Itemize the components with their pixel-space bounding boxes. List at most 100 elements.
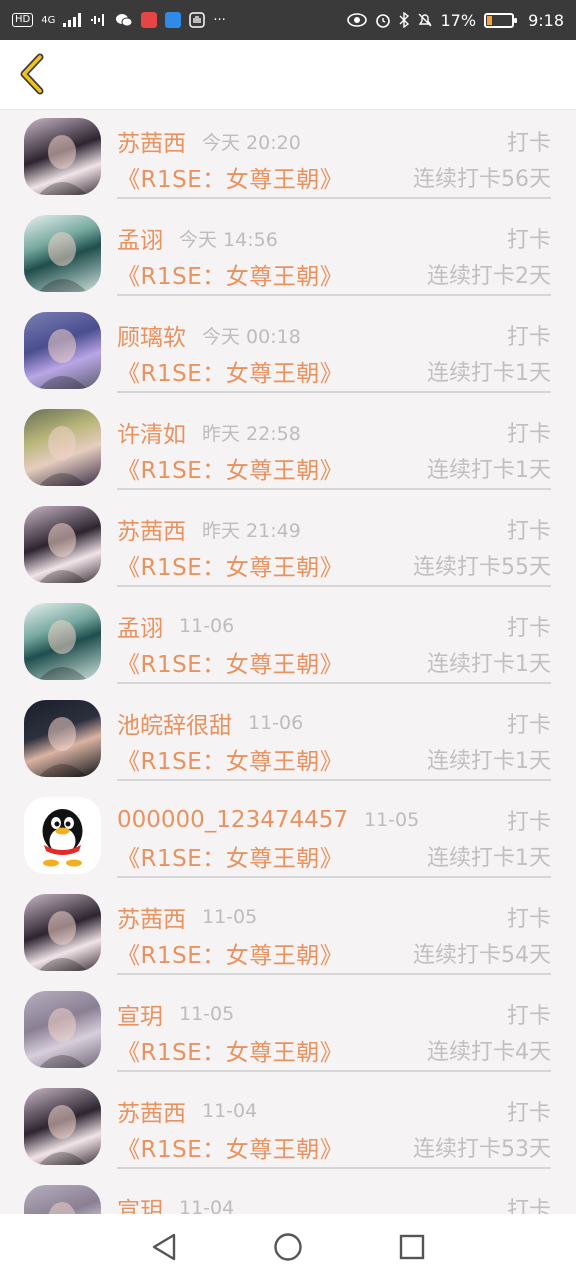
battery-percent: 17% [440,10,477,30]
row-detail: 《R1SE：女尊王朝》 连续打卡1天 [117,451,551,485]
streak-count: 连续打卡1天 [427,361,551,386]
nav-recents-button[interactable] [395,1230,429,1264]
avatar[interactable] [24,409,101,486]
book-title[interactable]: 《R1SE：女尊王朝》 [117,742,343,776]
back-button[interactable] [10,52,54,96]
checkin-time: 昨天 22:58 [202,422,301,445]
nav-back-button[interactable] [147,1230,181,1264]
checkin-label: 打卡 [506,325,551,350]
book-title[interactable]: 《R1SE：女尊王朝》 [117,257,343,291]
list-item[interactable]: 苏茜西 昨天 21:49 打卡 《R1SE：女尊王朝》 连续打卡55天 [0,498,576,595]
divider [117,294,551,296]
checkin-label: 打卡 [506,131,551,156]
divider [117,585,551,587]
browser-app-icon [165,12,182,28]
mute-bell-icon [418,13,431,27]
checkin-label: 打卡 [506,907,551,932]
bluetooth-icon [399,12,409,28]
user-name[interactable]: 池皖辞很甜 [117,706,232,740]
list-item[interactable]: 孟诩 11-06 打卡 《R1SE：女尊王朝》 连续打卡1天 [0,595,576,692]
row-header: 顾璃软 今天 00:18 打卡 [117,318,551,352]
user-photo-icon [38,426,88,486]
avatar[interactable] [24,797,101,874]
checkin-time: 今天 00:18 [202,325,301,348]
book-title[interactable]: 《R1SE：女尊王朝》 [117,451,343,485]
avatar[interactable] [24,506,101,583]
list-item[interactable]: 顾璃软 今天 00:18 打卡《R1SE：女尊王朝》 连续打卡1天 [0,304,576,401]
streak-count: 连续打卡1天 [427,458,551,483]
list-item[interactable]: 孟诩 今天 14:56 打卡 《R1SE：女尊王朝》 连续打卡2天 [0,207,576,304]
checkin-label: 打卡 [506,713,551,738]
streak-count: 连续打卡1天 [427,749,551,774]
book-title[interactable]: 《R1SE：女尊王朝》 [117,839,343,873]
user-name[interactable]: 孟诩 [117,609,163,643]
checkin-list[interactable]: 苏茜西 今天 20:20 打卡 《R1SE：女尊王朝》 连续打卡56天 孟诩 今天 14:5… [0,110,576,1214]
user-name[interactable]: 许清如 [117,415,186,449]
more-notifications: ··· [213,12,226,28]
avatar[interactable] [24,215,101,292]
news-app-icon [141,12,158,28]
user-name[interactable]: 苏茜西 [117,124,186,158]
row-header: 000000_123474457 11-05 打卡 [117,803,551,837]
avatar[interactable] [24,700,101,777]
recents-square-icon [399,1234,425,1260]
row-header: 池皖辞很甜 11-06 打卡 [117,706,551,740]
list-item[interactable]: 许清如 昨天 22:58 打卡《R1SE：女尊王朝》 连续打卡1天 [0,401,576,498]
divider [117,682,551,684]
checkin-time: 11-06 [179,615,235,637]
streak-count: 连续打卡1天 [427,652,551,677]
user-name[interactable]: 顾璃软 [117,318,186,352]
book-title[interactable]: 《R1SE：女尊王朝》 [117,1130,343,1164]
user-photo-icon [38,1008,88,1068]
checkin-label: 打卡 [506,1101,551,1126]
user-name[interactable]: 苏茜西 [117,512,186,546]
avatar[interactable] [24,312,101,389]
user-name[interactable]: 000000_123474457 [117,807,348,833]
checkin-label: 打卡 [506,1004,551,1029]
avatar[interactable] [24,991,101,1068]
user-name[interactable]: 宣玥 [117,1191,163,1214]
wechat-icon [116,14,133,27]
streak-count: 连续打卡53天 [413,1137,551,1162]
avatar[interactable] [24,603,101,680]
avatar[interactable] [24,1185,101,1214]
system-nav-bar [0,1214,576,1280]
status-left: HD 4G ··· [12,12,226,28]
book-title[interactable]: 《R1SE：女尊王朝》 [117,645,343,679]
eye-icon [346,13,367,27]
checkin-label: 打卡 [506,422,551,447]
user-name[interactable]: 孟诩 [117,221,163,255]
book-title[interactable]: 《R1SE：女尊王朝》 [117,1033,343,1067]
book-title[interactable]: 《R1SE：女尊王朝》 [117,160,343,194]
list-item[interactable]: 宣玥 11-04 打卡 [0,1177,576,1214]
wifi-calling-icon [91,14,105,26]
list-item[interactable]: 苏茜西 11-05 打卡 《R1SE：女尊王朝》 连续打卡54天 [0,886,576,983]
user-name[interactable]: 苏茜西 [117,900,186,934]
list-item[interactable]: 苏茜西 11-04 打卡 《R1SE：女尊王朝》 连续打卡53天 [0,1080,576,1177]
book-title[interactable]: 《R1SE：女尊王朝》 [117,354,343,388]
list-item[interactable]: 池皖辞很甜 11-06 打卡 《R1SE：女尊王朝》 连续打卡1天 [0,692,576,789]
divider [117,391,551,393]
divider [117,1167,551,1169]
avatar[interactable] [24,1088,101,1165]
book-title[interactable]: 《R1SE：女尊王朝》 [117,548,343,582]
checkin-time: 11-05 [202,906,258,928]
list-item[interactable]: 苏茜西 今天 20:20 打卡 《R1SE：女尊王朝》 连续打卡56天 [0,110,576,207]
row-detail: 《R1SE：女尊王朝》 连续打卡56天 [117,160,551,194]
user-name[interactable]: 苏茜西 [117,1094,186,1128]
streak-count: 连续打卡1天 [427,846,551,871]
row-header: 宣玥 11-04 打卡 [117,1191,551,1214]
user-photo-icon [38,135,88,195]
user-photo-icon [38,1105,88,1165]
streak-count: 连续打卡4天 [427,1040,551,1065]
list-item[interactable]: 000000_123474457 11-05 打卡 《R1SE：女尊王朝》 连续打卡1天 [0,789,576,886]
row-header: 苏茜西 今天 20:20 打卡 [117,124,551,158]
nav-home-button[interactable] [271,1230,305,1264]
list-item[interactable]: 宣玥 11-05 打卡 《R1SE：女尊王朝》 连续打卡4天 [0,983,576,1080]
user-photo-icon [48,1202,76,1214]
book-title[interactable]: 《R1SE：女尊王朝》 [117,936,343,970]
avatar[interactable] [24,894,101,971]
avatar[interactable] [24,118,101,195]
row-detail: 《R1SE：女尊王朝》 连续打卡55天 [117,548,551,582]
user-name[interactable]: 宣玥 [117,997,163,1031]
